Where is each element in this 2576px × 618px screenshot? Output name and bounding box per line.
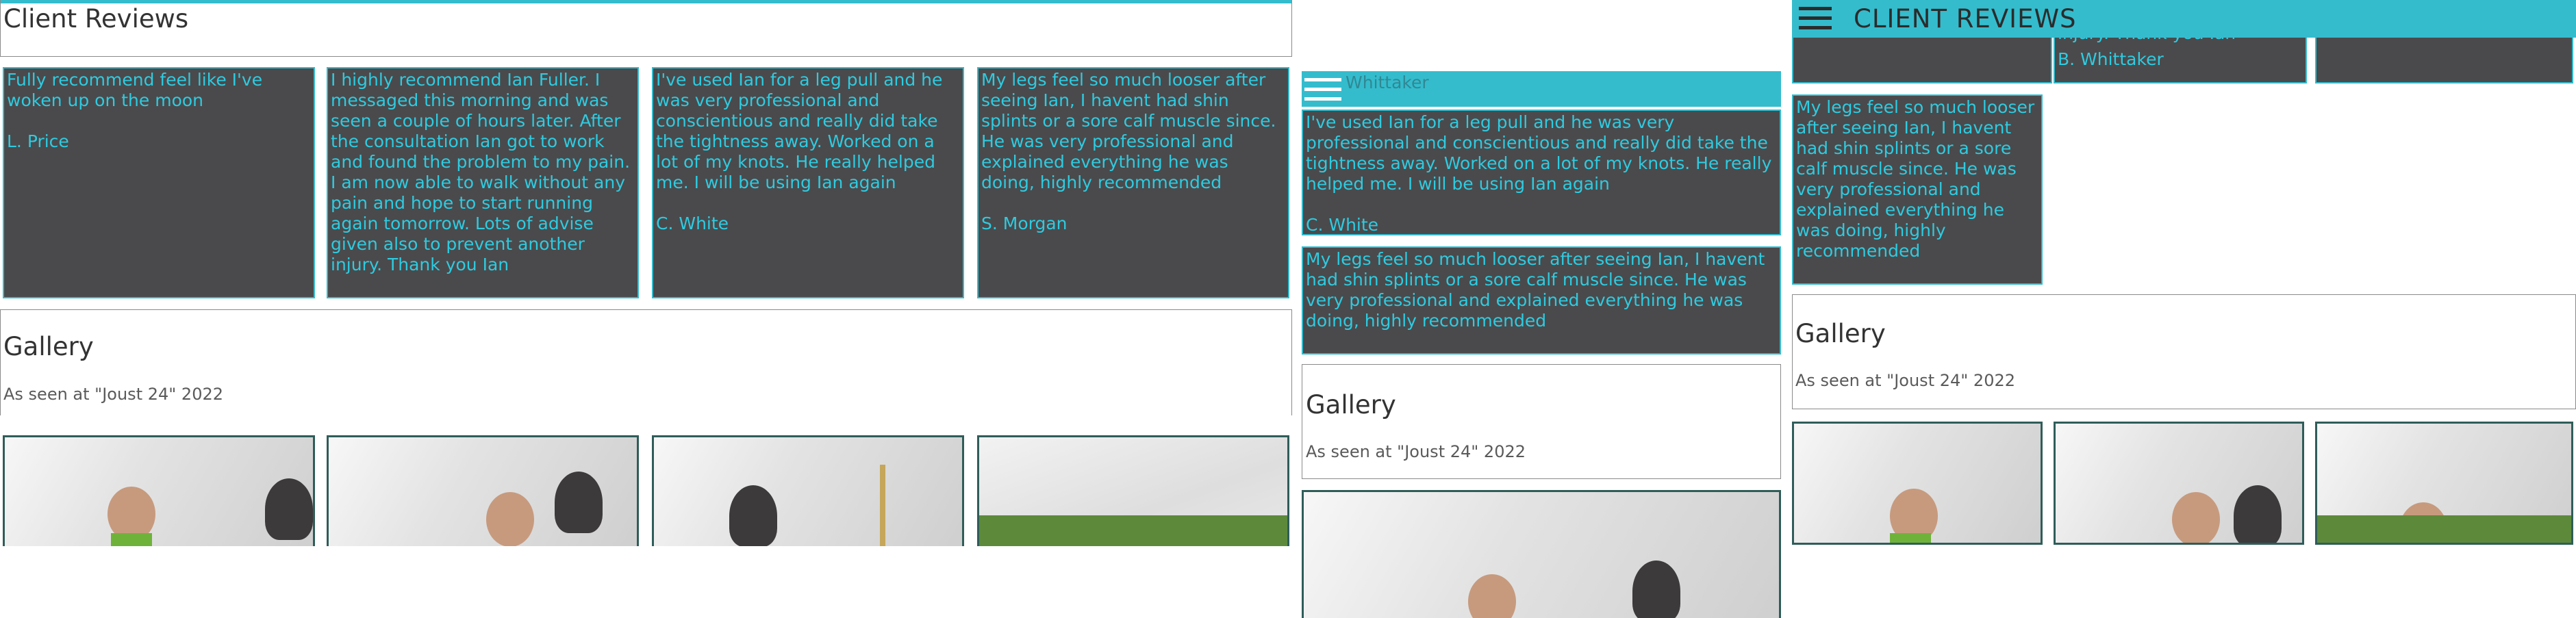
review-author: B. Whittaker [331,296,635,297]
review-text: Fully recommend feel like I've woken up … [7,70,263,110]
gallery-photo[interactable] [977,435,1289,546]
gallery-title: Gallery [1795,319,1886,348]
gallery-subtitle: As seen at "Joust 24" 2022 [1795,371,2016,390]
review-author: L. Price [7,131,69,151]
review-text: My legs feel so much looser after seeing… [1306,249,1765,331]
gallery-title: Gallery [1306,390,1396,420]
gallery-photo[interactable] [3,435,315,546]
header-bar: CLIENT REVIEWS [1792,0,2576,38]
gallery-photo[interactable] [327,435,639,546]
gallery-subtitle: As seen at "Joust 24" 2022 [1306,442,1526,461]
review-card: I've used Ian for a leg pull and he was … [1302,110,1781,235]
review-text: My legs feel so much looser after seeing… [1796,97,2035,261]
gallery-photo[interactable] [1792,422,2043,545]
review-author: C. White [656,214,729,233]
reviews-header-box: Client Reviews [0,0,1292,57]
review-author: S. Morgan [1306,352,1777,353]
review-text: I highly recommend Ian Fuller. I message… [331,70,631,274]
tablet-view: also to prevent another injury. Thank yo… [1792,0,2576,546]
gallery-section [1792,294,2576,409]
desktop-view: Client Reviews Fully recommend feel like… [0,0,1292,546]
review-text: I've used Ian for a leg pull and he was … [1306,112,1772,194]
review-card: My legs feel so much looser after seeing… [977,67,1289,298]
review-card: I highly recommend Ian Fuller. I message… [327,67,639,298]
gallery-photo[interactable] [1302,490,1781,618]
gallery-section [1302,364,1781,479]
review-card: My legs feel so much looser after seeing… [1792,94,2043,285]
review-text: My legs feel so much looser after seeing… [981,70,1276,192]
gallery-subtitle: As seen at "Joust 24" 2022 [3,385,224,404]
partial-author: Whittaker [1346,73,1429,92]
photo-tent-field [979,515,1287,546]
narrow-view: Whittaker I've used Ian for a leg pull a… [1292,0,1792,618]
review-author: B. Whittaker [2058,49,2164,69]
photo-woman-dark-hair [2172,492,2220,543]
gallery-photo[interactable] [652,435,964,546]
gallery-photo[interactable] [2315,422,2573,545]
hamburger-menu-icon[interactable] [1304,78,1341,101]
review-card: I've used Ian for a leg pull and he was … [652,67,964,298]
review-card: My legs feel so much looser after seeing… [1302,246,1781,355]
review-author: S. Morgan [1796,282,2038,283]
photo-woman-dark-hair [486,492,534,546]
review-author: S. Morgan [981,214,1068,233]
gallery-title: Gallery [3,332,94,361]
review-author: C. White [1306,215,1379,235]
photo-tent-with-pole [880,465,885,546]
reviews-title: CLIENT REVIEWS [1854,4,2077,34]
reviews-title: Client Reviews [3,4,189,34]
review-text: I've used Ian for a leg pull and he was … [656,70,943,192]
hamburger-menu-icon[interactable] [1799,7,1832,30]
gallery-photo[interactable] [2054,422,2304,545]
review-card: Fully recommend feel like I've woken up … [3,67,315,298]
